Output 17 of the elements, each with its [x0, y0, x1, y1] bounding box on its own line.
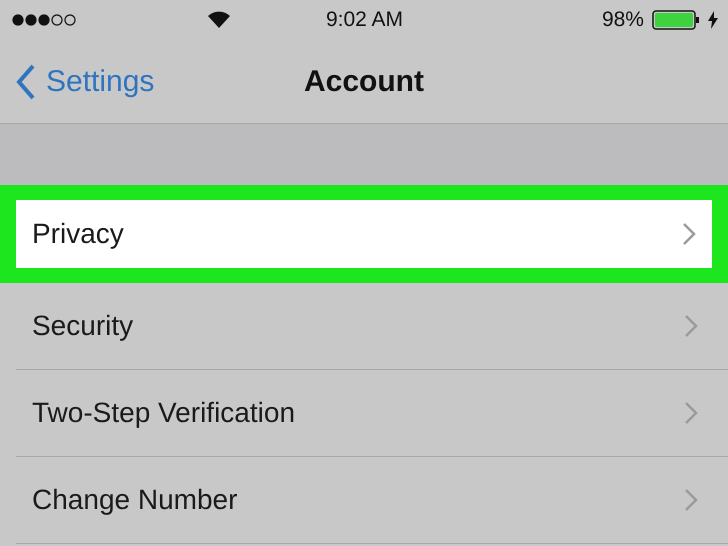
row-label: Privacy: [32, 218, 124, 250]
charging-icon: [708, 11, 718, 29]
status-time: 9:02 AM: [326, 8, 403, 32]
chevron-icon: [682, 222, 696, 246]
row-label: Security: [32, 310, 134, 342]
settings-row[interactable]: Privacy: [16, 200, 712, 268]
row-label: Two-Step Verification: [32, 397, 296, 429]
battery-icon: [652, 10, 700, 30]
wifi-icon: [206, 11, 231, 29]
back-chevron-icon: [16, 64, 36, 100]
signal-icon: [12, 14, 78, 26]
battery-percentage: 98%: [602, 8, 644, 32]
row-label: Change Number: [32, 484, 238, 516]
page-title: Account: [304, 64, 424, 98]
chevron-icon: [684, 401, 698, 425]
chevron-icon: [684, 488, 698, 512]
chevron-icon: [684, 314, 698, 338]
